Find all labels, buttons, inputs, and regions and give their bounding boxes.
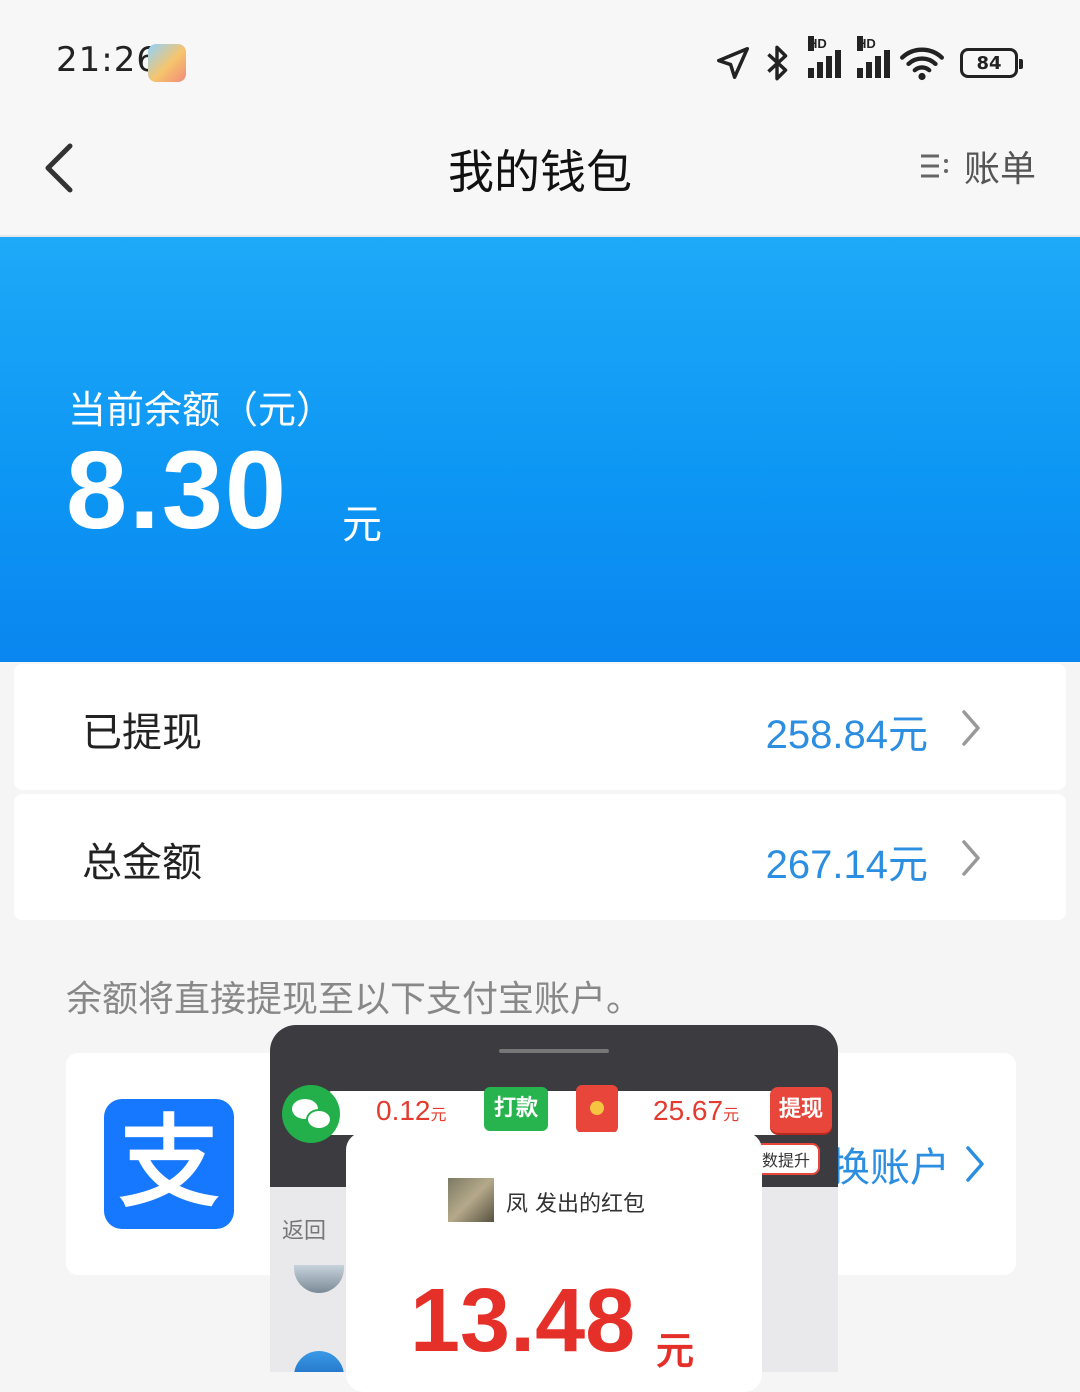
packet-sender: 凤 发出的红包 — [506, 1192, 645, 1217]
balance-banner: 当前余额（元） 8.30 元 — [0, 237, 1080, 662]
balance-label: 当前余额（元） — [68, 388, 335, 432]
signal-hd-icon: HD — [857, 36, 890, 78]
alipay-logo-icon: 支 — [104, 1099, 234, 1229]
bluetooth-icon — [767, 45, 788, 81]
balance-value: 8.30 — [66, 429, 289, 552]
signal-hd-icon: HD — [808, 36, 841, 78]
change-account-label: 换账户 — [830, 1145, 950, 1191]
withdrawn-row[interactable]: 已提现 258.84元 — [14, 664, 1066, 790]
row-value: 267.14元 — [765, 843, 928, 887]
status-time: 21:26 — [56, 40, 159, 80]
status-icons: HD HD 84 — [714, 36, 1023, 84]
list-icon — [920, 154, 948, 178]
wechat-icon — [282, 1085, 340, 1143]
battery-icon: 84 — [960, 48, 1023, 78]
withdraw-hint: 余额将直接提现至以下支付宝账户。 — [66, 979, 643, 1020]
total-amount-row[interactable]: 总金额 267.14元 — [14, 794, 1066, 920]
data-boost-badge: 数提升 — [752, 1143, 821, 1175]
pay-button[interactable]: 打款 — [484, 1087, 548, 1131]
packet-unit: 元 — [656, 1329, 695, 1373]
withdraw-button[interactable]: 提现 — [770, 1087, 832, 1133]
avatar — [294, 1351, 344, 1372]
red-packet-card: 凤 发出的红包 13.48 元 — [346, 1132, 762, 1392]
packet-amount: 13.48 — [410, 1271, 636, 1371]
bill-label: 账单 — [963, 149, 1036, 190]
row-value: 258.84元 — [765, 713, 928, 757]
row-label: 已提现 — [82, 710, 202, 756]
change-account-button[interactable]: 换账户 — [830, 1135, 988, 1193]
chevron-right-icon — [962, 840, 980, 876]
bill-button[interactable]: 账单 — [918, 140, 1036, 192]
balance-unit: 元 — [342, 502, 382, 548]
avatar — [294, 1265, 344, 1293]
back-link[interactable]: 返回 — [282, 1213, 326, 1245]
chevron-right-icon — [966, 1146, 984, 1182]
drag-handle[interactable] — [499, 1049, 609, 1053]
red-packet-icon — [576, 1085, 618, 1133]
location-icon — [717, 47, 749, 79]
reward-amount: 0.12元 — [376, 1095, 447, 1126]
wifi-icon — [900, 47, 944, 81]
chevron-right-icon — [962, 710, 980, 746]
sender-avatar — [448, 1178, 494, 1222]
app-avatar-icon — [148, 44, 186, 82]
status-bar: 21:26 HD HD 84 — [0, 0, 1080, 120]
app-header: 我的钱包 账单 — [0, 120, 1080, 237]
reward-amount: 25.67元 — [653, 1095, 740, 1126]
row-label: 总金额 — [82, 840, 202, 886]
